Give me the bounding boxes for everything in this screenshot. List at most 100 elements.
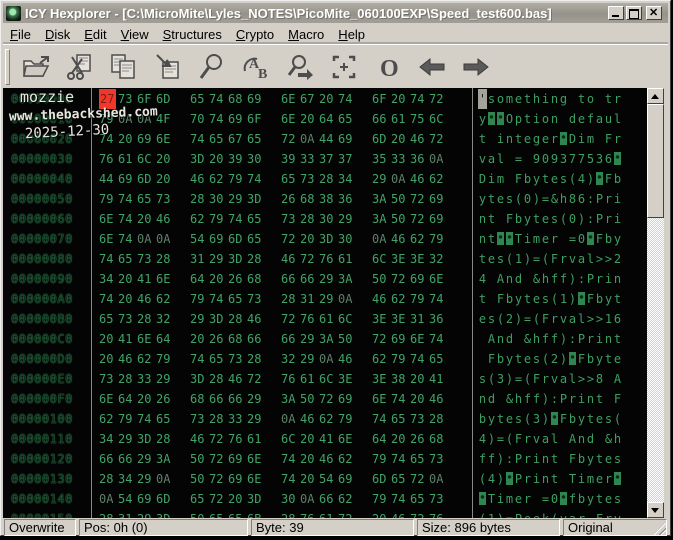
text-char[interactable]: o — [586, 89, 595, 109]
text-char[interactable]: s — [550, 209, 559, 229]
text-char[interactable]: e — [604, 449, 613, 469]
text-char[interactable]: e — [613, 349, 622, 369]
text-char[interactable]: F — [595, 509, 604, 518]
text-char[interactable]: ( — [613, 409, 622, 429]
text-char[interactable]: 1 — [514, 249, 523, 269]
hex-byte[interactable]: 3A — [338, 269, 357, 289]
text-char[interactable]: i — [577, 389, 586, 409]
hex-byte[interactable]: 30 — [247, 149, 266, 169]
text-char[interactable]: a — [559, 369, 568, 389]
hex-byte[interactable]: 72 — [247, 369, 266, 389]
text-char[interactable]: n — [505, 269, 514, 289]
hex-byte[interactable]: 20 — [410, 389, 429, 409]
menu-view[interactable]: View — [114, 25, 156, 44]
hex-byte[interactable]: 69 — [118, 169, 137, 189]
hex-byte[interactable]: 29 — [137, 449, 156, 469]
hex-byte[interactable]: 6E — [372, 389, 391, 409]
text-char[interactable]: h — [613, 429, 622, 449]
hex-byte[interactable]: 72 — [281, 129, 300, 149]
text-char[interactable]: 4 — [478, 269, 487, 289]
text-char[interactable]: P — [595, 209, 604, 229]
text-char[interactable]: e — [541, 129, 550, 149]
menu-edit[interactable]: Edit — [77, 25, 113, 44]
text-char[interactable]: s — [487, 89, 496, 109]
hex-byte[interactable]: 62 — [99, 409, 118, 429]
hex-byte[interactable]: 72 — [410, 189, 429, 209]
hex-byte[interactable]: 72 — [300, 249, 319, 269]
hex-byte[interactable]: 0A — [99, 489, 118, 509]
text-char[interactable]: i — [523, 229, 532, 249]
hex-byte[interactable]: 72 — [209, 489, 228, 509]
text-char[interactable]: t — [613, 329, 622, 349]
hex-byte[interactable]: 61 — [319, 309, 338, 329]
text-char[interactable]: 1 — [604, 309, 613, 329]
text-char[interactable]: m — [586, 129, 595, 149]
text-char[interactable]: n — [613, 269, 622, 289]
hex-byte[interactable]: 28 — [209, 409, 228, 429]
text-char[interactable]: u — [604, 109, 613, 129]
open-file-button[interactable] — [14, 48, 58, 86]
text-char[interactable]: F — [541, 309, 550, 329]
hex-byte[interactable]: 65 — [391, 409, 410, 429]
hex-byte[interactable]: 65 — [190, 489, 209, 509]
text-char[interactable]: y — [505, 349, 514, 369]
text-char[interactable]: s — [613, 489, 622, 509]
hex-byte[interactable]: 3E — [372, 309, 391, 329]
hex-byte[interactable]: 65 — [410, 449, 429, 469]
hex-byte[interactable]: 65 — [429, 349, 448, 369]
hex-byte[interactable]: 20 — [137, 209, 156, 229]
hex-byte[interactable]: 4F — [156, 109, 175, 129]
hex-byte[interactable]: 62 — [319, 409, 338, 429]
text-char[interactable]: 9 — [550, 149, 559, 169]
text-char[interactable]: s — [478, 369, 487, 389]
menu-macro[interactable]: Macro — [281, 25, 331, 44]
text-char[interactable]: ( — [550, 289, 559, 309]
text-char[interactable]: ) — [487, 429, 496, 449]
hex-byte[interactable]: 26 — [410, 429, 429, 449]
text-char[interactable]: y — [478, 189, 487, 209]
text-char[interactable]: f — [559, 269, 568, 289]
hex-byte[interactable]: 65 — [190, 89, 209, 109]
text-char[interactable]: ) — [532, 189, 541, 209]
hex-byte[interactable]: 29 — [319, 289, 338, 309]
text-char[interactable]: = — [568, 229, 577, 249]
text-char[interactable]: ( — [523, 369, 532, 389]
text-char[interactable]: e — [532, 509, 541, 518]
hex-byte[interactable]: 62 — [372, 349, 391, 369]
text-char[interactable]: f — [550, 329, 559, 349]
text-char[interactable]: v — [568, 249, 577, 269]
text-char[interactable]: l — [586, 249, 595, 269]
hex-byte[interactable]: 66 — [319, 489, 338, 509]
text-char[interactable]: F — [532, 369, 541, 389]
hex-byte[interactable]: 20 — [228, 489, 247, 509]
text-char[interactable]: & — [532, 269, 541, 289]
text-char[interactable]: t — [478, 249, 487, 269]
text-char[interactable]: t — [514, 129, 523, 149]
hex-byte[interactable]: 66 — [300, 269, 319, 289]
text-char[interactable]: a — [568, 309, 577, 329]
hex-byte[interactable]: 29 — [372, 169, 391, 189]
text-char[interactable]: h — [532, 329, 541, 349]
text-char[interactable]: i — [532, 469, 541, 489]
hex-byte[interactable]: 74 — [338, 89, 357, 109]
newline-block[interactable] — [560, 492, 567, 505]
hex-byte[interactable]: 37 — [338, 149, 357, 169]
text-char[interactable]: e — [532, 289, 541, 309]
hex-byte[interactable]: 0A — [156, 229, 175, 249]
hex-byte[interactable]: 46 — [156, 209, 175, 229]
hex-byte[interactable]: 28 — [228, 309, 247, 329]
text-char[interactable]: t — [514, 349, 523, 369]
menu-help[interactable]: Help — [331, 25, 372, 44]
hex-byte[interactable]: 29 — [247, 389, 266, 409]
hex-byte[interactable]: 69 — [228, 109, 247, 129]
hex-byte[interactable]: 73 — [410, 409, 429, 429]
hex-byte[interactable]: 65 — [209, 349, 228, 369]
hex-byte[interactable]: 73 — [137, 249, 156, 269]
hex-byte[interactable]: 35 — [372, 149, 391, 169]
hex-byte[interactable]: 26 — [156, 389, 175, 409]
text-char[interactable]: 3 — [595, 149, 604, 169]
hex-byte[interactable]: 46 — [429, 389, 448, 409]
hex-byte[interactable]: 74 — [209, 289, 228, 309]
hex-byte[interactable]: 50 — [372, 269, 391, 289]
minimize-button[interactable] — [608, 6, 624, 20]
